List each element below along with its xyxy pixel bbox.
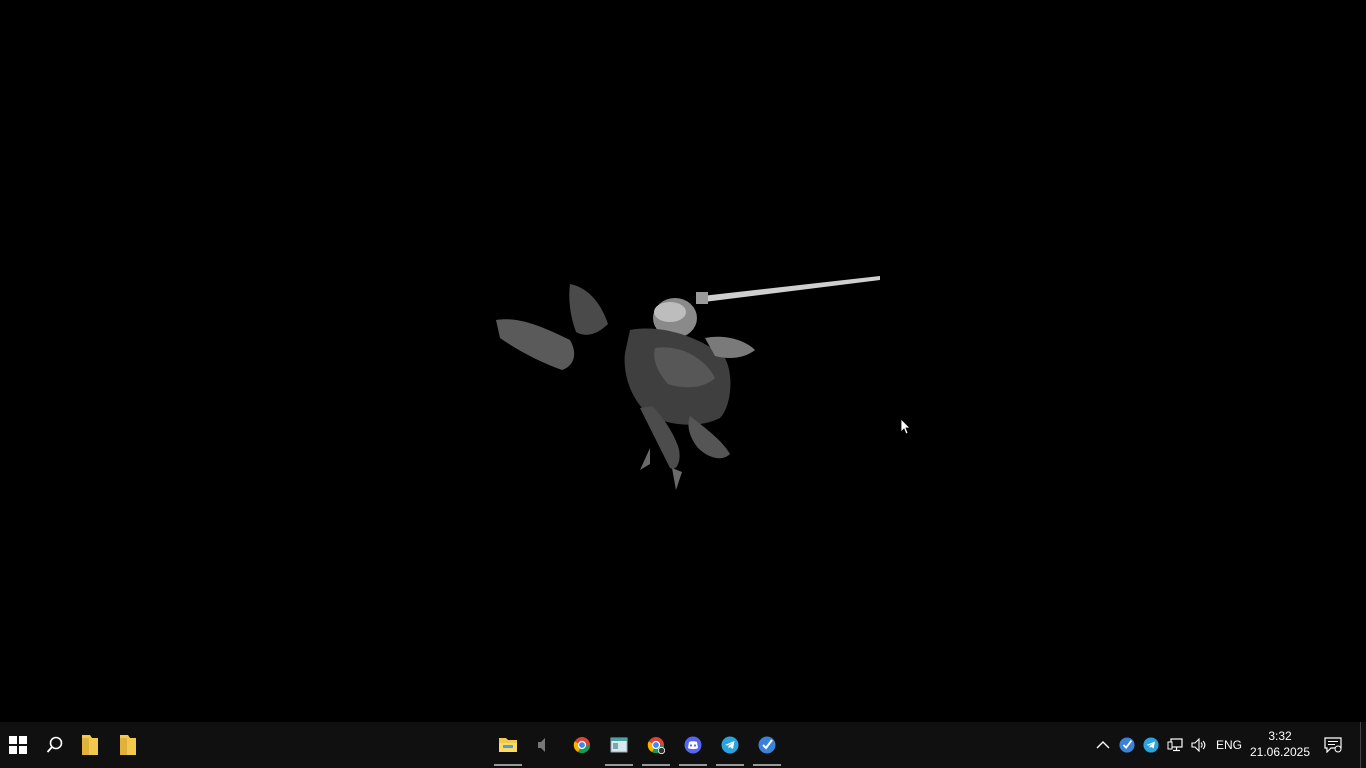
active-indicator	[716, 764, 744, 766]
telegram-icon	[1143, 737, 1159, 753]
notification-icon	[1324, 737, 1342, 753]
taskbar-app-telegram[interactable]	[712, 722, 748, 768]
active-indicator	[605, 764, 633, 766]
volume-icon	[1191, 738, 1206, 752]
show-desktop-button[interactable]	[1360, 722, 1366, 768]
active-indicator	[494, 764, 522, 766]
desktop[interactable]	[0, 0, 1366, 722]
action-center-button[interactable]	[1320, 722, 1346, 768]
folder-icon	[82, 735, 98, 755]
pinned-folder-2[interactable]	[110, 722, 146, 768]
taskbar: ENG 3:32 21.06.2025	[0, 722, 1366, 768]
windows-logo-icon	[9, 736, 27, 754]
chrome-icon	[573, 737, 591, 754]
taskbar-app-discord[interactable]	[675, 722, 711, 768]
folder-icon	[120, 735, 136, 755]
start-button[interactable]	[0, 722, 36, 768]
taskbar-app-audio[interactable]	[527, 722, 563, 768]
speaker-app-icon	[538, 738, 545, 752]
wallpaper-swordsman-artwork	[496, 276, 880, 490]
active-indicator	[642, 764, 670, 766]
input-language-indicator[interactable]: ENG	[1212, 722, 1246, 768]
taskbar-app-chrome[interactable]	[564, 722, 600, 768]
mouse-cursor-icon	[900, 418, 911, 435]
taskbar-app-file-explorer[interactable]	[490, 722, 526, 768]
network-icon	[1167, 738, 1183, 752]
vpn-check-icon	[758, 736, 776, 754]
discord-icon	[684, 736, 702, 754]
active-indicator	[753, 764, 781, 766]
chrome-profile-icon	[647, 737, 665, 754]
tray-vpn-icon-button[interactable]	[1116, 722, 1138, 768]
search-button[interactable]	[36, 722, 74, 768]
window-app-icon	[610, 737, 628, 753]
telegram-icon	[721, 736, 739, 754]
language-label: ENG	[1215, 738, 1242, 752]
clock[interactable]: 3:32 21.06.2025	[1248, 728, 1312, 760]
clock-time: 3:32	[1268, 729, 1292, 743]
pinned-folder-1[interactable]	[72, 722, 108, 768]
taskbar-app-chrome-profile[interactable]	[638, 722, 674, 768]
folder-explorer-icon	[499, 738, 517, 752]
search-icon	[46, 736, 63, 753]
active-indicator	[679, 764, 707, 766]
tray-volume-button[interactable]	[1188, 722, 1210, 768]
tray-telegram-button[interactable]	[1140, 722, 1162, 768]
tray-network-button[interactable]	[1164, 722, 1186, 768]
show-hidden-icons-button[interactable]	[1092, 722, 1114, 768]
clock-date: 21.06.2025	[1249, 745, 1311, 759]
vpn-check-icon	[1119, 737, 1135, 753]
chevron-up-icon	[1096, 741, 1110, 749]
taskbar-app-window[interactable]	[601, 722, 637, 768]
taskbar-app-vpn[interactable]	[749, 722, 785, 768]
